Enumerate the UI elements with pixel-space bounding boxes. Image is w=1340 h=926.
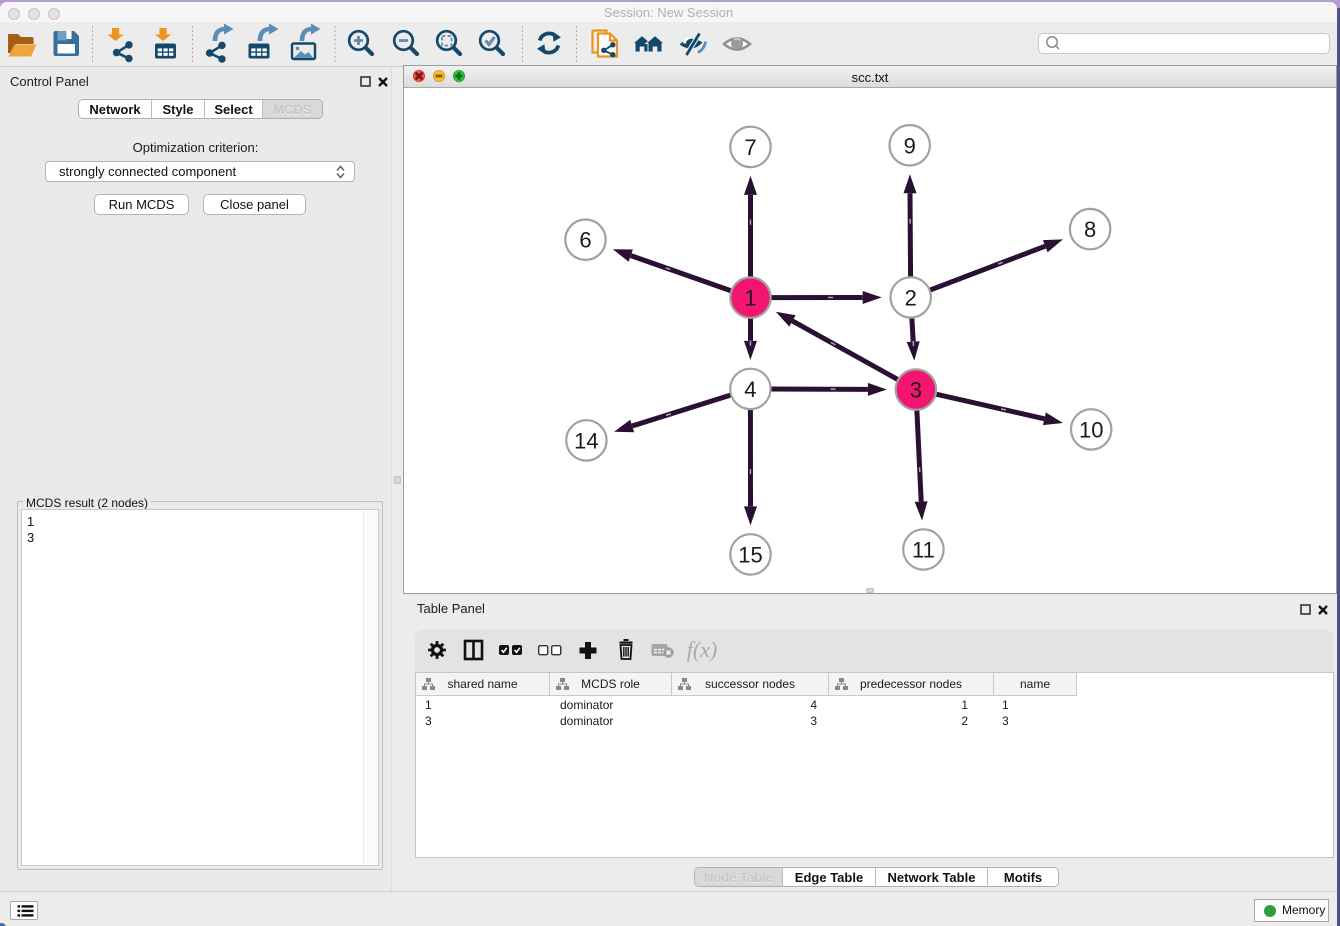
svg-text:14: 14 (574, 428, 598, 453)
svg-text:11: 11 (911, 538, 934, 563)
svg-text:10: 10 (1078, 417, 1102, 442)
svg-text:1: 1 (744, 286, 756, 311)
svg-text:9: 9 (903, 133, 915, 158)
svg-text:4: 4 (744, 377, 756, 402)
svg-text:f(x): f(x) (687, 637, 718, 662)
svg-text:6: 6 (579, 228, 591, 253)
svg-text:3: 3 (909, 378, 921, 403)
svg-text:2: 2 (904, 285, 916, 310)
svg-text:15: 15 (738, 542, 762, 567)
svg-text:7: 7 (744, 135, 756, 160)
svg-text:8: 8 (1083, 217, 1095, 242)
